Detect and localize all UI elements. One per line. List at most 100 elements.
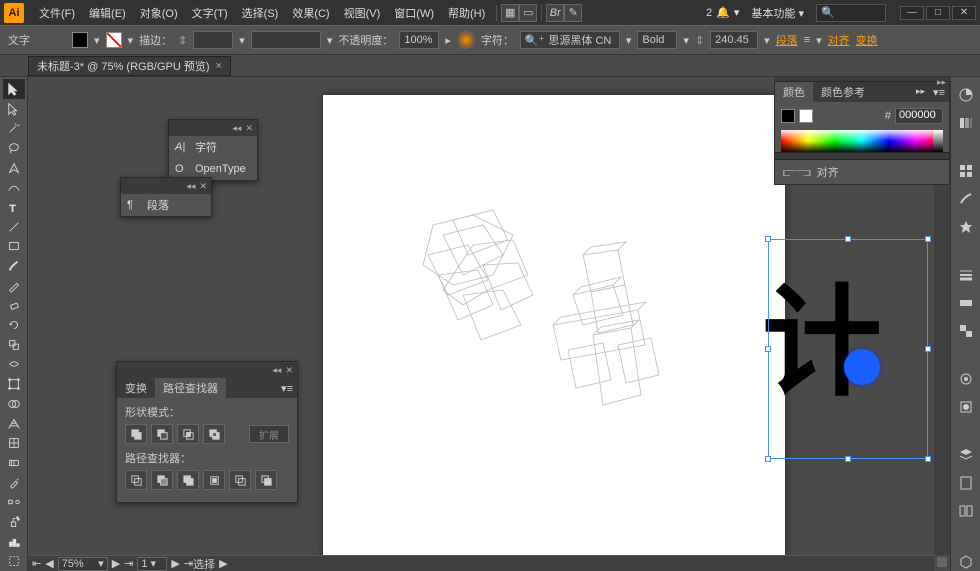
- align-link[interactable]: 对齐: [828, 32, 850, 48]
- color-guide-panel-icon[interactable]: [956, 113, 976, 133]
- selection-bounding-box[interactable]: 计: [768, 239, 928, 459]
- layers-panel-icon[interactable]: [956, 445, 976, 465]
- blend-tool[interactable]: [3, 492, 25, 512]
- bridge-icon[interactable]: Br: [546, 4, 564, 22]
- stroke-panel-icon[interactable]: [956, 265, 976, 285]
- perspective-grid-tool[interactable]: [3, 414, 25, 434]
- window-minimize[interactable]: —: [900, 6, 924, 20]
- transparency-panel-icon[interactable]: [956, 321, 976, 341]
- merge-button[interactable]: [177, 470, 199, 490]
- close-icon[interactable]: ✕: [199, 181, 207, 192]
- menu-effect[interactable]: 效果(C): [285, 5, 336, 21]
- magic-wand-tool[interactable]: [3, 118, 25, 138]
- hex-input[interactable]: 000000: [895, 108, 943, 124]
- dropdown-icon[interactable]: ▾: [764, 34, 770, 47]
- resize-handle[interactable]: [765, 456, 771, 462]
- notifications[interactable]: 2 🔔 ▾: [706, 6, 739, 19]
- recolor-icon[interactable]: [457, 31, 475, 49]
- last-artboard-icon[interactable]: ⇥: [124, 557, 133, 570]
- unite-button[interactable]: [125, 424, 147, 444]
- nav-last-icon[interactable]: ⇥: [184, 557, 193, 570]
- free-transform-tool[interactable]: [3, 374, 25, 394]
- opacity-input[interactable]: 100%: [399, 31, 439, 49]
- swatches-panel-icon[interactable]: [956, 161, 976, 181]
- paragraph-panel-collapsed[interactable]: ◂◂ ✕ ¶ 段落: [120, 177, 212, 217]
- trim-button[interactable]: [151, 470, 173, 490]
- color-panel-icon[interactable]: [956, 85, 976, 105]
- status-arrow-icon[interactable]: ▶: [219, 557, 227, 570]
- scale-tool[interactable]: [3, 335, 25, 355]
- resize-handle[interactable]: [925, 456, 931, 462]
- scroll-thumb[interactable]: [937, 557, 947, 567]
- window-close[interactable]: ✕: [952, 6, 976, 20]
- outlined-artwork[interactable]: [393, 195, 713, 465]
- resize-handle[interactable]: [765, 236, 771, 242]
- collapse-icon[interactable]: ◂◂: [272, 365, 281, 376]
- resize-handle[interactable]: [765, 346, 771, 352]
- color-spectrum[interactable]: [781, 130, 943, 152]
- dropdown-icon[interactable]: ▾: [94, 34, 100, 47]
- libraries-panel-icon[interactable]: [956, 551, 976, 571]
- tab-color-guide[interactable]: 颜色参考: [813, 82, 873, 102]
- font-family-input[interactable]: 🔍⁺ 思源黑体 CN: [520, 31, 620, 49]
- bw-ramp[interactable]: [933, 130, 943, 152]
- dropdown-icon[interactable]: ▾: [683, 34, 689, 47]
- type-tool[interactable]: T: [3, 197, 25, 217]
- artboard-tool[interactable]: [3, 552, 25, 571]
- gradient-panel-icon[interactable]: [956, 293, 976, 313]
- panel-header[interactable]: ◂◂ ✕: [117, 362, 297, 378]
- panel-header[interactable]: ◂◂ ✕: [121, 178, 211, 194]
- selection-tool[interactable]: [3, 79, 25, 99]
- rectangle-tool[interactable]: [3, 237, 25, 257]
- menu-help[interactable]: 帮助(H): [441, 5, 492, 21]
- close-icon[interactable]: ✕: [285, 365, 293, 376]
- menu-window[interactable]: 窗口(W): [387, 5, 441, 21]
- next-artboard-icon[interactable]: ▶: [112, 557, 120, 570]
- eyedropper-tool[interactable]: [3, 473, 25, 493]
- width-tool[interactable]: [3, 355, 25, 375]
- collapse-icon[interactable]: ◂◂: [232, 123, 241, 134]
- divide-button[interactable]: [125, 470, 147, 490]
- resize-handle[interactable]: [845, 456, 851, 462]
- minus-back-button[interactable]: [255, 470, 277, 490]
- align-icon[interactable]: ≡: [804, 34, 810, 46]
- symbol-sprayer-tool[interactable]: [3, 512, 25, 532]
- direct-selection-tool[interactable]: [3, 99, 25, 119]
- resize-handle[interactable]: [925, 346, 931, 352]
- menu-type[interactable]: 文字(T): [185, 5, 235, 21]
- fill-color-swatch[interactable]: [781, 109, 795, 123]
- paintbrush-tool[interactable]: [3, 256, 25, 276]
- lasso-tool[interactable]: [3, 138, 25, 158]
- horizontal-scrollbar[interactable]: ⇤ ◀ 75%▾ ▶ ⇥ 1 ▾ ▶ ⇥ 选择 ▶: [28, 555, 934, 571]
- artboards-panel-icon[interactable]: [956, 501, 976, 521]
- outline-button[interactable]: [229, 470, 251, 490]
- align-panel-row[interactable]: ⫍⫎ 对齐: [775, 160, 949, 184]
- layout-icon[interactable]: ▦: [501, 4, 519, 22]
- asset-export-panel-icon[interactable]: [956, 473, 976, 493]
- stroke-swatch[interactable]: [106, 32, 122, 48]
- appearance-panel-icon[interactable]: [956, 369, 976, 389]
- pathfinder-panel[interactable]: ◂◂ ✕ 变换 路径查找器 ▾≡ 形状模式： 扩展 路径查找器：: [116, 361, 298, 503]
- tab-color[interactable]: 颜色: [775, 82, 813, 102]
- search-input[interactable]: 🔍: [816, 4, 886, 22]
- minus-front-button[interactable]: [151, 424, 173, 444]
- exclude-button[interactable]: [203, 424, 225, 444]
- stepper-icon[interactable]: ⇕: [695, 34, 704, 47]
- menu-object[interactable]: 对象(O): [133, 5, 185, 21]
- menu-edit[interactable]: 编辑(E): [82, 5, 133, 21]
- resize-handle[interactable]: [925, 236, 931, 242]
- expand-button[interactable]: 扩展: [249, 425, 289, 443]
- pencil-tool[interactable]: [3, 276, 25, 296]
- intersect-button[interactable]: [177, 424, 199, 444]
- close-tab-icon[interactable]: ×: [216, 60, 222, 72]
- dropdown-icon[interactable]: ▾: [128, 34, 134, 47]
- zoom-select[interactable]: 75%▾: [58, 557, 108, 571]
- dropdown-icon[interactable]: ▾: [239, 34, 245, 47]
- eraser-tool[interactable]: [3, 296, 25, 316]
- close-icon[interactable]: ✕: [245, 123, 253, 134]
- dropdown-icon[interactable]: ▾: [626, 34, 632, 47]
- panel-separator[interactable]: [775, 152, 949, 160]
- graphic-styles-panel-icon[interactable]: [956, 397, 976, 417]
- character-panel-item[interactable]: A| 字符: [169, 136, 257, 158]
- paragraph-panel-item[interactable]: ¶ 段落: [121, 194, 211, 216]
